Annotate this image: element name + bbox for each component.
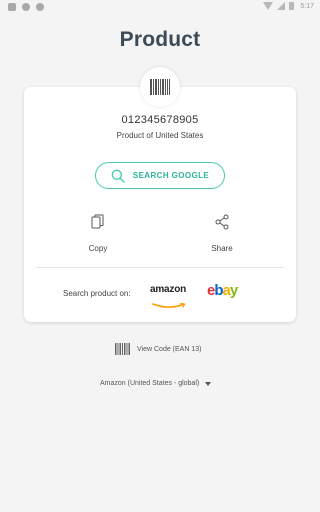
search-product-label: Search product on:	[63, 289, 131, 298]
store-region-dropdown[interactable]: Amazon (United States - global)	[100, 380, 212, 387]
amazon-logo-text: amazon	[150, 284, 187, 295]
ebay-logo[interactable]: ebay	[207, 282, 238, 300]
signal-icon	[277, 2, 286, 10]
ebay-logo-a: a	[222, 282, 231, 299]
barcode-icon	[150, 79, 170, 95]
status-time: 5:17	[300, 2, 314, 10]
product-origin: Product of United States	[116, 131, 204, 140]
share-button[interactable]: Share	[192, 214, 252, 253]
barcode-small-icon	[115, 343, 130, 355]
store-region-value: Amazon (United States - global)	[100, 380, 200, 387]
share-label: Share	[211, 244, 233, 253]
amazon-logo[interactable]: amazon	[150, 284, 190, 308]
sync-icon	[22, 3, 30, 11]
amazon-smile-icon	[152, 302, 186, 308]
card-divider	[36, 267, 284, 268]
ebay-logo-b: b	[214, 282, 223, 299]
status-bar-right-icons: 5:17	[263, 2, 314, 10]
chevron-down-icon	[205, 381, 212, 386]
view-code-button[interactable]: View Code (EAN 13)	[115, 343, 201, 355]
product-code: 012345678905	[121, 114, 199, 126]
copy-icon	[91, 214, 104, 229]
share-icon	[215, 214, 229, 230]
notification-icon	[8, 3, 16, 11]
page-title: Product	[119, 28, 201, 51]
copy-label: Copy	[88, 244, 108, 253]
view-code-label: View Code (EAN 13)	[137, 345, 202, 353]
search-google-label: SEARCH GOOGLE	[132, 171, 210, 180]
circle-icon	[36, 3, 44, 11]
copy-button[interactable]: Copy	[68, 214, 128, 253]
ebay-logo-y: y	[229, 282, 238, 299]
status-bar: 5:17	[0, 0, 320, 14]
battery-icon	[289, 2, 295, 10]
search-icon	[111, 169, 125, 183]
search-google-button[interactable]: SEARCH GOOGLE	[95, 162, 225, 189]
barcode-badge	[140, 67, 180, 107]
wifi-icon	[263, 2, 274, 10]
status-bar-left-icons	[8, 3, 44, 11]
